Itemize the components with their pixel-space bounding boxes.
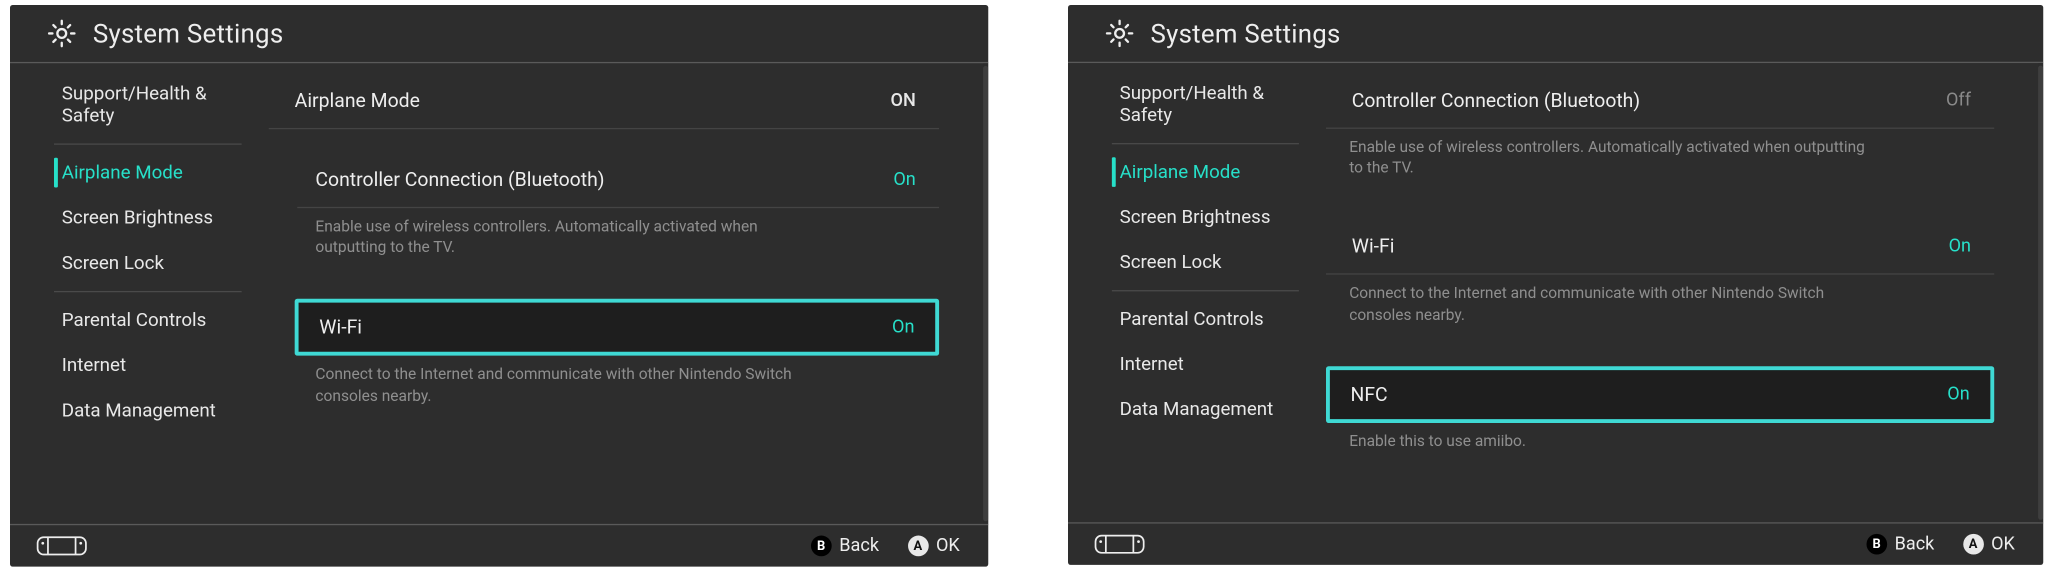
ok-button[interactable]: A OK	[907, 536, 959, 557]
sidebar-item-screen-lock[interactable]: Screen Lock	[1068, 240, 1308, 285]
sidebar-divider	[1112, 290, 1299, 291]
setting-status: On	[893, 169, 915, 190]
setting-description: Enable use of wireless controllers. Auto…	[1326, 129, 1868, 197]
setting-status: Off	[1946, 90, 1971, 111]
back-label: Back	[839, 536, 879, 557]
setting-label: Controller Connection (Bluetooth)	[315, 168, 604, 191]
setting-status: On	[892, 317, 914, 338]
sidebar-item-data-management[interactable]: Data Management	[10, 388, 251, 433]
spacer	[269, 276, 939, 299]
setting-label: Wi-Fi	[1352, 235, 1395, 258]
ok-button[interactable]: A OK	[1963, 534, 2015, 555]
setting-label: NFC	[1351, 383, 1388, 406]
sidebar: Support/Health & SafetyAirplane ModeScre…	[1068, 63, 1308, 522]
gear-icon	[46, 18, 77, 49]
sidebar-item-support-health-safety[interactable]: Support/Health & Safety	[10, 71, 251, 138]
setting-row-nfc[interactable]: NFC On	[1326, 366, 1994, 423]
scrollbar[interactable]	[983, 63, 988, 524]
setting-description: Enable use of wireless controllers. Auto…	[269, 208, 812, 276]
setting-label: Airplane Mode	[295, 89, 420, 112]
setting-row-wi-fi[interactable]: Wi-Fi On	[1326, 220, 1994, 275]
ok-label: OK	[1991, 534, 2015, 555]
sidebar-item-internet[interactable]: Internet	[1068, 342, 1308, 387]
setting-label: Wi-Fi	[319, 316, 362, 339]
setting-description: Enable this to use amiibo.	[1326, 423, 1868, 470]
spacer	[1326, 196, 1994, 219]
setting-status: ON	[890, 90, 915, 111]
footer: B Back A OK	[1068, 522, 2043, 565]
main-panel: Controller Connection (Bluetooth) OffEna…	[1308, 63, 2038, 522]
back-button[interactable]: B Back	[1866, 534, 1934, 555]
sidebar-divider	[54, 291, 242, 292]
scrollbar[interactable]	[2038, 63, 2043, 522]
sidebar-item-data-management[interactable]: Data Management	[1068, 387, 1308, 432]
controller-icon[interactable]	[1094, 533, 1146, 556]
sidebar-item-screen-lock[interactable]: Screen Lock	[10, 241, 251, 286]
header: System Settings	[10, 5, 988, 63]
setting-row-controller-connection-bluetooth-[interactable]: Controller Connection (Bluetooth) On	[297, 153, 939, 209]
a-button-icon: A	[1963, 534, 1984, 555]
sidebar-item-airplane-mode[interactable]: Airplane Mode	[10, 150, 251, 195]
gear-icon	[1104, 18, 1135, 49]
ok-label: OK	[936, 536, 960, 557]
setting-row-wi-fi[interactable]: Wi-Fi On	[295, 299, 939, 356]
sidebar-item-screen-brightness[interactable]: Screen Brightness	[1068, 195, 1308, 240]
sidebar-item-support-health-safety[interactable]: Support/Health & Safety	[1068, 71, 1308, 138]
sidebar-item-screen-brightness[interactable]: Screen Brightness	[10, 195, 251, 240]
setting-row-controller-connection-bluetooth-[interactable]: Controller Connection (Bluetooth) Off	[1326, 73, 1994, 128]
spacer	[1326, 343, 1994, 366]
sidebar-item-internet[interactable]: Internet	[10, 343, 251, 388]
footer: B Back A OK	[10, 524, 988, 567]
sidebar-divider	[54, 143, 242, 144]
setting-row-airplane-mode[interactable]: Airplane Mode ON	[269, 74, 939, 130]
sidebar-item-airplane-mode[interactable]: Airplane Mode	[1068, 149, 1308, 194]
page-title: System Settings	[93, 18, 284, 49]
b-button-icon: B	[1866, 534, 1887, 555]
sidebar: Support/Health & SafetyAirplane ModeScre…	[10, 63, 251, 524]
header: System Settings	[1068, 5, 2043, 63]
setting-status: On	[1947, 384, 1969, 405]
b-button-icon: B	[811, 536, 832, 557]
setting-description: Connect to the Internet and communicate …	[1326, 275, 1868, 343]
page-title: System Settings	[1151, 18, 1341, 49]
spacer	[269, 129, 939, 152]
sidebar-item-parental-controls[interactable]: Parental Controls	[10, 297, 251, 342]
setting-label: Controller Connection (Bluetooth)	[1352, 89, 1640, 112]
controller-icon[interactable]	[36, 534, 88, 557]
setting-status: On	[1949, 236, 1971, 257]
sidebar-item-parental-controls[interactable]: Parental Controls	[1068, 297, 1308, 342]
setting-description: Connect to the Internet and communicate …	[269, 356, 812, 424]
back-label: Back	[1895, 534, 1935, 555]
sidebar-divider	[1112, 143, 1299, 144]
a-button-icon: A	[907, 536, 928, 557]
back-button[interactable]: B Back	[811, 536, 879, 557]
main-panel: Airplane Mode ON Controller Connection (…	[251, 63, 983, 524]
